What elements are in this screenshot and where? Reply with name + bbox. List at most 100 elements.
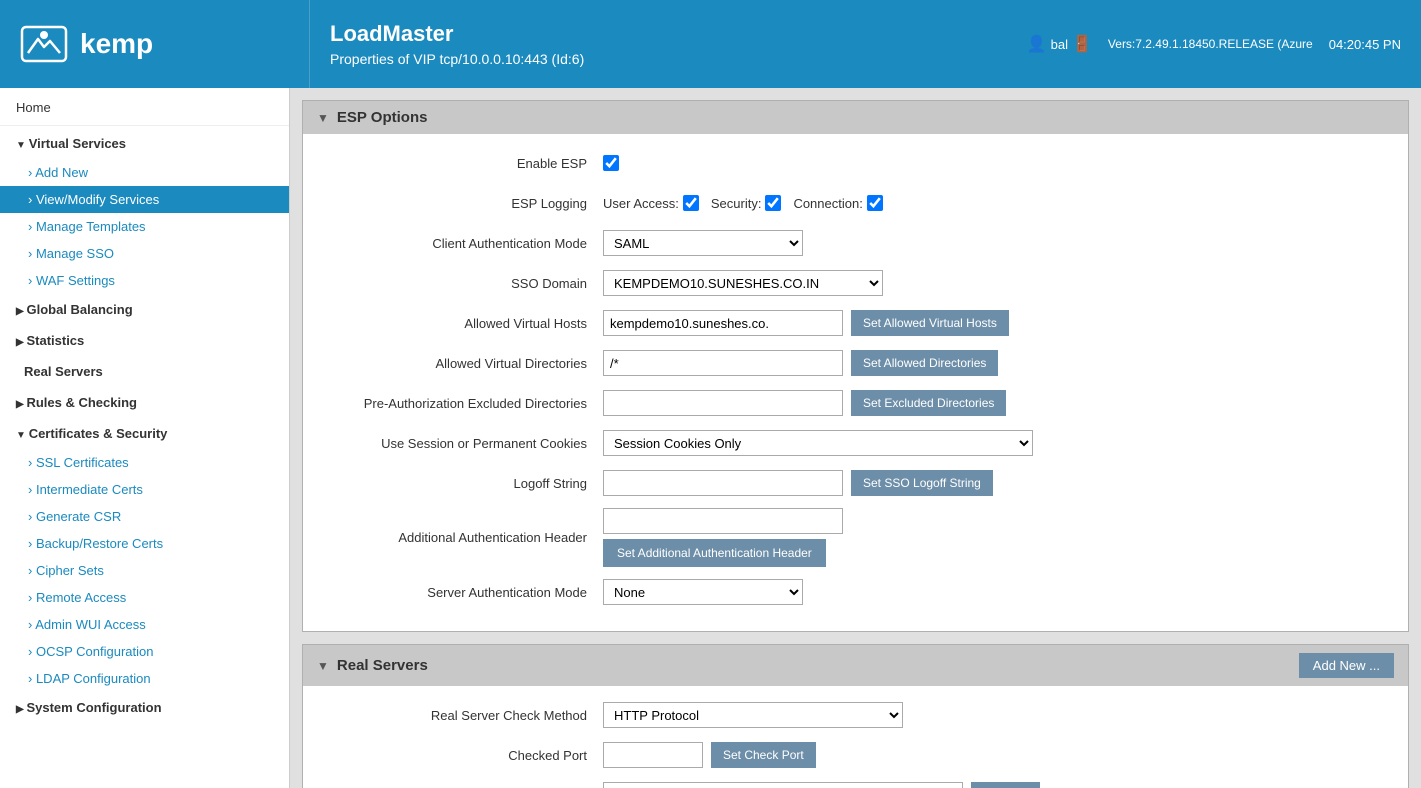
set-allowed-vhosts-button[interactable]: Set Allowed Virtual Hosts — [851, 310, 1009, 336]
allowed-dirs-label: Allowed Virtual Directories — [323, 356, 603, 371]
session-cookies-select[interactable]: Session Cookies Only Permanent Cookies — [603, 430, 1033, 456]
sidebar-section-system-config[interactable]: System Configuration — [0, 692, 289, 723]
connection-item: Connection: — [793, 195, 882, 211]
sidebar-item-intermediate-certs[interactable]: Intermediate Certs — [0, 476, 289, 503]
allowed-vhosts-row: Allowed Virtual Hosts Set Allowed Virtua… — [323, 308, 1388, 338]
user-access-checkbox[interactable] — [683, 195, 699, 211]
sidebar-item-ssl-certs[interactable]: SSL Certificates — [0, 449, 289, 476]
logoff-string-control: Set SSO Logoff String — [603, 470, 993, 496]
pre-auth-excluded-control: Set Excluded Directories — [603, 390, 1006, 416]
check-method-select[interactable]: HTTP Protocol TCP ICMP None — [603, 702, 903, 728]
real-servers-section-title: Real Servers — [337, 657, 428, 674]
main-layout: Home Virtual Services Add New View/Modif… — [0, 88, 1421, 788]
pre-auth-excluded-row: Pre-Authorization Excluded Directories S… — [323, 388, 1388, 418]
check-method-label: Real Server Check Method — [323, 708, 603, 723]
esp-logging-control: User Access: Security: Connection: — [603, 195, 883, 211]
additional-auth-label: Additional Authentication Header — [323, 530, 603, 545]
esp-section-header[interactable]: ▼ ESP Options — [303, 101, 1408, 134]
esp-options-section: ▼ ESP Options Enable ESP ESP Logging — [302, 100, 1409, 632]
additional-auth-input[interactable] — [603, 508, 843, 534]
checked-port-input[interactable] — [603, 742, 703, 768]
add-new-real-server-button[interactable]: Add New ... — [1299, 653, 1394, 678]
set-check-port-button[interactable]: Set Check Port — [711, 742, 816, 768]
sidebar-item-ocsp[interactable]: OCSP Configuration — [0, 638, 289, 665]
sidebar-item-generate-csr[interactable]: Generate CSR — [0, 503, 289, 530]
server-auth-mode-label: Server Authentication Mode — [323, 585, 603, 600]
header-main: LoadMaster Properties of VIP tcp/10.0.0.… — [310, 0, 1007, 88]
pre-auth-excluded-label: Pre-Authorization Excluded Directories — [323, 396, 603, 411]
sso-domain-select[interactable]: KEMPDEMO10.SUNESHES.CO.IN — [603, 270, 883, 296]
enable-esp-row: Enable ESP — [323, 148, 1388, 178]
kemp-logo-icon — [20, 25, 68, 63]
url-row: URL Set URL — [323, 780, 1388, 788]
sidebar-item-backup-restore-certs[interactable]: Backup/Restore Certs — [0, 530, 289, 557]
url-input[interactable] — [603, 782, 963, 788]
enable-esp-control — [603, 155, 619, 171]
sidebar-home[interactable]: Home — [0, 92, 289, 123]
kemp-brand: kemp — [80, 28, 153, 60]
username: bal — [1051, 37, 1068, 52]
main-content: ▼ ESP Options Enable ESP ESP Logging — [290, 88, 1421, 788]
sidebar-item-real-servers[interactable]: Real Servers — [0, 356, 289, 387]
allowed-vhosts-label: Allowed Virtual Hosts — [323, 316, 603, 331]
sidebar-item-view-modify[interactable]: View/Modify Services — [0, 186, 289, 213]
sidebar-section-global-balancing[interactable]: Global Balancing — [0, 294, 289, 325]
sso-domain-row: SSO Domain KEMPDEMO10.SUNESHES.CO.IN — [323, 268, 1388, 298]
client-auth-mode-label: Client Authentication Mode — [323, 236, 603, 251]
esp-section-title: ESP Options — [337, 109, 428, 126]
sidebar-item-cipher-sets[interactable]: Cipher Sets — [0, 557, 289, 584]
pre-auth-excluded-input[interactable] — [603, 390, 843, 416]
sidebar-item-admin-wui[interactable]: Admin WUI Access — [0, 611, 289, 638]
sidebar-section-rules-checking[interactable]: Rules & Checking — [0, 387, 289, 418]
esp-logging-row: ESP Logging User Access: Security: Conne… — [323, 188, 1388, 218]
logoff-string-input[interactable] — [603, 470, 843, 496]
real-servers-section-header[interactable]: ▼ Real Servers Add New ... — [303, 645, 1408, 686]
server-auth-mode-select[interactable]: None Certificate SAML — [603, 579, 803, 605]
user-access-item: User Access: — [603, 195, 699, 211]
connection-checkbox[interactable] — [867, 195, 883, 211]
security-item: Security: — [711, 195, 782, 211]
real-servers-section: ▼ Real Servers Add New ... Real Server C… — [302, 644, 1409, 788]
set-additional-auth-button[interactable]: Set Additional Authentication Header — [603, 539, 826, 567]
esp-section-body: Enable ESP ESP Logging User Access: — [303, 134, 1408, 631]
sidebar-item-ldap[interactable]: LDAP Configuration — [0, 665, 289, 692]
real-servers-collapse-icon[interactable]: ▼ — [317, 659, 329, 673]
esp-logging-label: ESP Logging — [323, 196, 603, 211]
sso-domain-label: SSO Domain — [323, 276, 603, 291]
enable-esp-label: Enable ESP — [323, 156, 603, 171]
client-auth-mode-row: Client Authentication Mode SAML Form Bas… — [323, 228, 1388, 258]
sidebar-item-manage-templates[interactable]: Manage Templates — [0, 213, 289, 240]
clock-time: 04:20:45 PN — [1329, 37, 1401, 52]
set-excluded-dirs-button[interactable]: Set Excluded Directories — [851, 390, 1006, 416]
user-info: 👤 bal 🚪 — [1027, 34, 1092, 54]
allowed-vhosts-control: Set Allowed Virtual Hosts — [603, 310, 1009, 336]
allowed-dirs-control: Set Allowed Directories — [603, 350, 998, 376]
user-access-label: User Access: — [603, 196, 679, 211]
additional-auth-control: Set Additional Authentication Header — [603, 508, 843, 567]
security-checkbox[interactable] — [765, 195, 781, 211]
logout-icon[interactable]: 🚪 — [1072, 34, 1092, 54]
sidebar-item-waf-settings[interactable]: WAF Settings — [0, 267, 289, 294]
allowed-dirs-row: Allowed Virtual Directories Set Allowed … — [323, 348, 1388, 378]
checked-port-control: Set Check Port — [603, 742, 816, 768]
session-cookies-label: Use Session or Permanent Cookies — [323, 436, 603, 451]
user-icon: 👤 — [1027, 34, 1047, 54]
sidebar-item-add-new[interactable]: Add New — [0, 159, 289, 186]
sidebar-section-statistics[interactable]: Statistics — [0, 325, 289, 356]
security-label: Security: — [711, 196, 762, 211]
set-sso-logoff-button[interactable]: Set SSO Logoff String — [851, 470, 993, 496]
enable-esp-checkbox[interactable] — [603, 155, 619, 171]
allowed-dirs-input[interactable] — [603, 350, 843, 376]
allowed-vhosts-input[interactable] — [603, 310, 843, 336]
sidebar-section-virtual-services[interactable]: Virtual Services — [0, 128, 289, 159]
sidebar: Home Virtual Services Add New View/Modif… — [0, 88, 290, 788]
esp-collapse-icon[interactable]: ▼ — [317, 111, 329, 125]
set-url-button[interactable]: Set URL — [971, 782, 1040, 788]
header-right: 👤 bal 🚪 Vers:7.2.49.1.18450.RELEASE (Azu… — [1007, 0, 1421, 88]
sidebar-item-manage-sso[interactable]: Manage SSO — [0, 240, 289, 267]
sidebar-item-remote-access[interactable]: Remote Access — [0, 584, 289, 611]
logoff-string-label: Logoff String — [323, 476, 603, 491]
client-auth-mode-select[interactable]: SAML Form Based Basic Auth Kerberos NTLM — [603, 230, 803, 256]
sidebar-section-certs-security[interactable]: Certificates & Security — [0, 418, 289, 449]
set-allowed-dirs-button[interactable]: Set Allowed Directories — [851, 350, 998, 376]
